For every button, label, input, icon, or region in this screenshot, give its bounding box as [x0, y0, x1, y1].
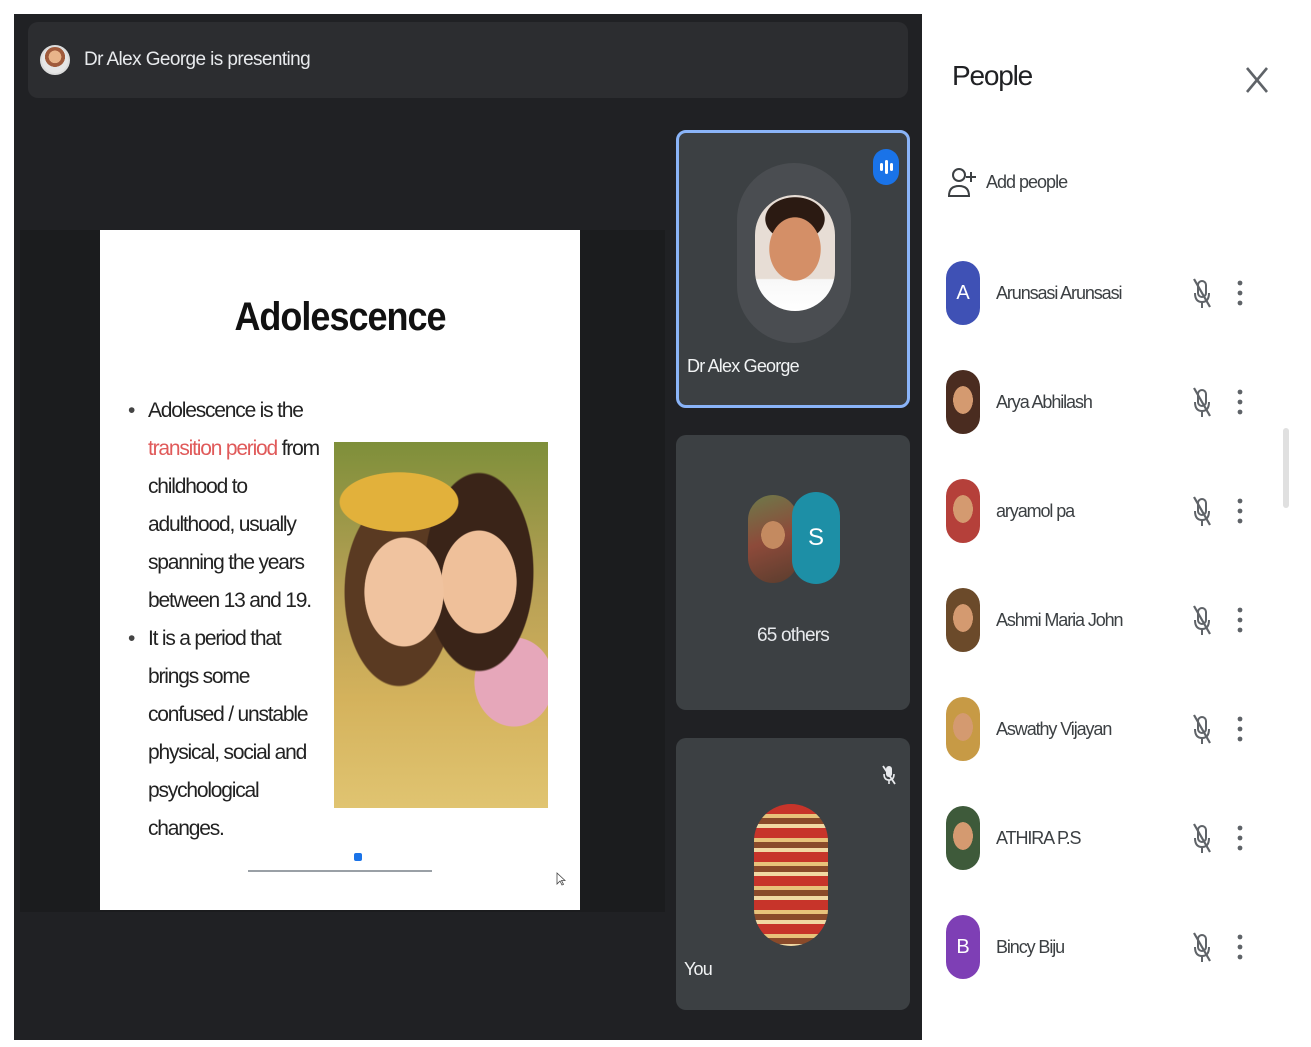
- participant-row[interactable]: ATHIRA P.S: [946, 803, 1266, 873]
- self-label: You: [684, 959, 713, 979]
- participant-row[interactable]: B Bincy Biju: [946, 912, 1266, 982]
- close-icon[interactable]: [1243, 62, 1271, 98]
- participant-name: aryamol pa: [996, 500, 1075, 521]
- presenter-tile[interactable]: Dr Alex George: [676, 130, 910, 408]
- mic-off-icon: [882, 765, 896, 785]
- mic-off-icon[interactable]: [1192, 275, 1212, 311]
- cursor-icon: [556, 872, 566, 886]
- mic-off-icon[interactable]: [1192, 929, 1212, 965]
- highlighted-phrase: transition period: [148, 437, 278, 460]
- slide-bullets: Adolescence is the transition period fro…: [128, 392, 328, 848]
- others-count: 65 others: [756, 625, 830, 646]
- self-tile[interactable]: You: [676, 738, 910, 1010]
- presenter-tile-name: Dr Alex George: [687, 356, 800, 376]
- participant-avatar: [946, 479, 980, 543]
- others-tile[interactable]: S 65 others: [676, 435, 910, 710]
- add-people-label: Add people: [986, 171, 1068, 192]
- participant-avatar: [946, 588, 980, 652]
- participant-avatar: B: [946, 915, 980, 979]
- participant-row[interactable]: Ashmi Maria John: [946, 585, 1266, 655]
- more-vert-icon[interactable]: [1234, 929, 1246, 965]
- mic-off-icon[interactable]: [1192, 820, 1212, 856]
- more-vert-icon[interactable]: [1234, 820, 1246, 856]
- others-avatar-photo: [748, 495, 798, 583]
- participant-avatar: [946, 806, 980, 870]
- more-vert-icon[interactable]: [1234, 384, 1246, 420]
- more-vert-icon[interactable]: [1234, 493, 1246, 529]
- add-people-button[interactable]: Add people: [948, 164, 1068, 200]
- mic-off-icon[interactable]: [1192, 602, 1212, 638]
- slide-toolbar: [248, 844, 432, 872]
- participant-row[interactable]: Arya Abhilash: [946, 367, 1266, 437]
- participant-avatar: [946, 370, 980, 434]
- participant-row[interactable]: A Arunsasi Arunsasi: [946, 258, 1266, 328]
- participant-name: Arunsasi Arunsasi: [996, 282, 1122, 303]
- participant-avatar: A: [946, 261, 980, 325]
- participant-name: ATHIRA P.S: [996, 827, 1081, 848]
- more-vert-icon[interactable]: [1234, 275, 1246, 311]
- slide-title: Adolescence: [234, 293, 446, 339]
- mic-off-icon[interactable]: [1192, 384, 1212, 420]
- toolbar-button[interactable]: [354, 853, 362, 861]
- presenting-banner: Dr Alex George is presenting: [28, 22, 908, 98]
- people-panel: People Add people A Arunsasi Arunsasi Arya…: [928, 18, 1293, 1014]
- presenting-label: Dr Alex George is presenting: [84, 49, 311, 70]
- speaking-indicator-icon: [873, 149, 899, 185]
- participant-name: Aswathy Vijayan: [996, 718, 1112, 739]
- bullet-text: from childhood to adulthood, usually spa…: [148, 437, 320, 612]
- participant-row[interactable]: aryamol pa: [946, 476, 1266, 546]
- others-avatar-initial: S: [792, 492, 840, 584]
- slide-bullet: It is a period that brings some confused…: [128, 620, 328, 848]
- slide-bullet: Adolescence is the transition period fro…: [128, 392, 328, 620]
- meeting-window: Dr Alex George is presenting Adolescence…: [0, 0, 1311, 1047]
- more-vert-icon[interactable]: [1234, 711, 1246, 747]
- participant-name: Ashmi Maria John: [996, 609, 1124, 630]
- participant-name: Bincy Biju: [996, 936, 1065, 957]
- participant-row[interactable]: Aswathy Vijayan: [946, 694, 1266, 764]
- presentation-slide: Adolescence Adolescence is the transitio…: [100, 230, 580, 910]
- more-vert-icon[interactable]: [1234, 602, 1246, 638]
- presenter-avatar: [40, 45, 70, 75]
- people-panel-title: People: [952, 60, 1033, 91]
- self-avatar: [754, 804, 828, 946]
- mic-off-icon[interactable]: [1192, 711, 1212, 747]
- person-add-icon: [948, 168, 976, 197]
- bullet-text: It is a period that brings some confused…: [148, 627, 309, 840]
- mic-off-icon[interactable]: [1192, 493, 1212, 529]
- presenter-tile-avatar: [755, 195, 835, 311]
- slide-photo: [334, 442, 548, 808]
- bullet-text: Adolescence is the: [148, 399, 304, 422]
- scrollbar[interactable]: [1283, 428, 1289, 508]
- participant-name: Arya Abhilash: [996, 391, 1093, 412]
- participant-avatar: [946, 697, 980, 761]
